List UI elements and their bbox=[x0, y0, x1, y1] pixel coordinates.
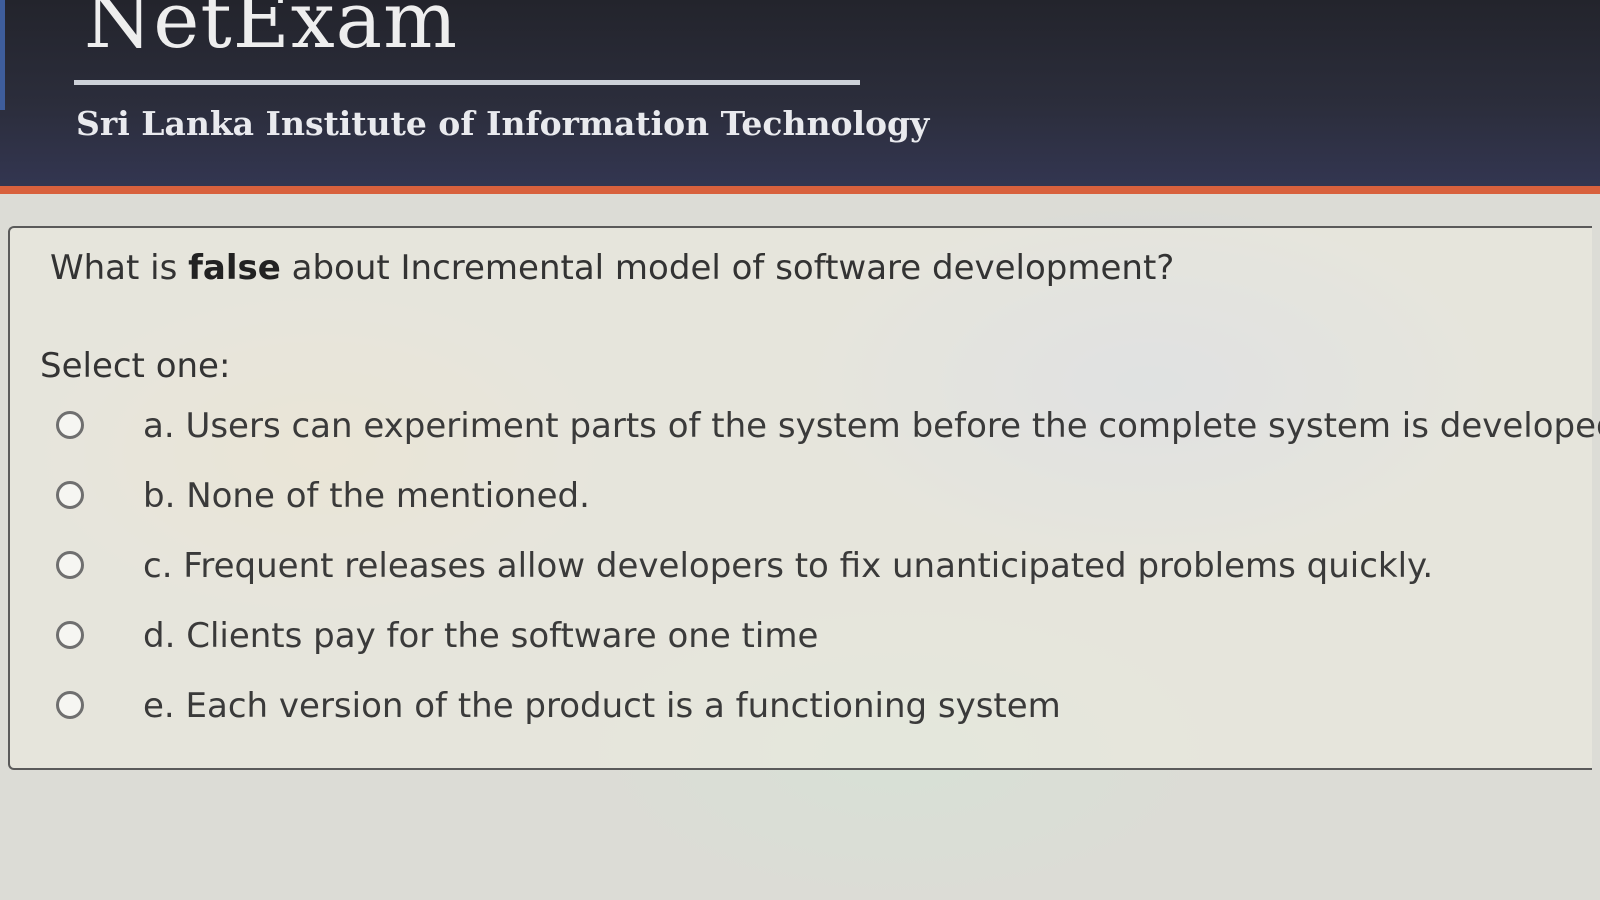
question-prefix: What is bbox=[50, 248, 189, 288]
radio-button-a[interactable] bbox=[56, 411, 84, 439]
header-accent-bar bbox=[0, 186, 1600, 194]
answer-option-a[interactable]: a. Users can experiment parts of the sys… bbox=[50, 402, 1600, 452]
answer-option-c[interactable]: c. Frequent releases allow developers to… bbox=[50, 542, 1570, 592]
header-edge-strip bbox=[0, 0, 5, 110]
radio-button-c[interactable] bbox=[56, 551, 84, 579]
answer-option-e-label[interactable]: e. Each version of the product is a func… bbox=[143, 686, 1061, 726]
question-text: What is false about Incremental model of… bbox=[50, 248, 1174, 288]
radio-button-d[interactable] bbox=[56, 621, 84, 649]
select-one-label: Select one: bbox=[40, 346, 231, 386]
answer-option-b-label[interactable]: b. None of the mentioned. bbox=[143, 476, 590, 516]
answer-option-a-label[interactable]: a. Users can experiment parts of the sys… bbox=[143, 406, 1600, 446]
answer-option-d-label[interactable]: d. Clients pay for the software one time bbox=[143, 616, 818, 656]
answer-option-c-label[interactable]: c. Frequent releases allow developers to… bbox=[143, 546, 1433, 586]
question-emphasis: false bbox=[188, 248, 281, 288]
radio-button-e[interactable] bbox=[56, 691, 84, 719]
netexam-logo: NetExam bbox=[84, 0, 459, 66]
question-suffix: about Incremental model of software deve… bbox=[280, 248, 1175, 288]
answer-option-b[interactable]: b. None of the mentioned. bbox=[50, 472, 1570, 522]
radio-button-b[interactable] bbox=[56, 481, 84, 509]
site-header: NetExam Sri Lanka Institute of Informati… bbox=[0, 0, 1600, 186]
answer-option-e[interactable]: e. Each version of the product is a func… bbox=[50, 682, 1570, 732]
answer-option-d[interactable]: d. Clients pay for the software one time bbox=[50, 612, 1570, 662]
header-divider bbox=[74, 80, 860, 85]
institute-name: Sri Lanka Institute of Information Techn… bbox=[76, 104, 930, 143]
